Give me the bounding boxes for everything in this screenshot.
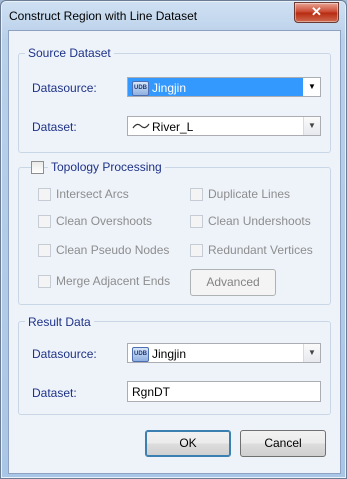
close-button[interactable]: ✕ [294,2,339,23]
ok-button[interactable]: OK [145,430,231,457]
clean-pseudo-nodes-checkbox[interactable] [38,244,51,257]
clean-undershoots-label: Clean Undershoots [208,214,311,228]
window-title: Construct Region with Line Dataset [9,9,198,23]
clean-overshoots-checkbox[interactable] [38,215,51,228]
source-datasource-combo[interactable]: UDB Jingjin ▼ [127,77,321,97]
udb-icon: UDB [132,81,149,96]
duplicate-lines-checkbox[interactable] [190,188,203,201]
advanced-button[interactable]: Advanced [190,269,276,296]
source-datasource-value: Jingjin [152,81,187,95]
close-icon: ✕ [311,4,322,19]
cancel-button[interactable]: Cancel [240,430,326,457]
result-dataset-label: Dataset: [32,386,77,400]
merge-adjacent-ends-checkbox[interactable] [38,275,51,288]
topology-processing-title: Topology Processing [48,160,165,174]
topology-processing-checkbox[interactable] [31,161,44,174]
source-dataset-value: River_L [152,120,194,134]
dialog-body: Source Dataset Datasource: UDB Jingjin ▼… [8,30,341,474]
result-data-title: Result Data [25,315,94,329]
source-datasource-label: Datasource: [32,81,97,95]
source-dataset-group [18,53,331,153]
line-dataset-icon [132,123,150,129]
intersect-arcs-label: Intersect Arcs [56,187,129,201]
result-datasource-label: Datasource: [32,347,97,361]
udb-icon: UDB [132,347,149,362]
source-dataset-combo[interactable]: River_L ▼ [127,116,321,136]
duplicate-lines-label: Duplicate Lines [208,187,291,201]
chevron-down-icon[interactable]: ▼ [304,78,320,96]
dialog-window: Construct Region with Line Dataset ✕ Sou… [0,0,347,479]
clean-overshoots-label: Clean Overshoots [56,214,153,228]
clean-pseudo-nodes-label: Clean Pseudo Nodes [56,243,170,257]
intersect-arcs-checkbox[interactable] [38,188,51,201]
result-datasource-value: Jingjin [152,347,187,361]
merge-adjacent-ends-label: Merge Adjacent Ends [56,274,171,288]
redundant-vertices-checkbox[interactable] [190,244,203,257]
chevron-down-icon[interactable]: ▼ [303,117,320,135]
redundant-vertices-label: Redundant Vertices [208,243,313,257]
source-dataset-label: Dataset: [32,120,77,134]
chevron-down-icon[interactable]: ▼ [303,344,320,362]
title-bar[interactable]: Construct Region with Line Dataset ✕ [1,1,346,31]
source-dataset-title: Source Dataset [25,46,114,60]
result-datasource-combo[interactable]: UDB Jingjin ▼ [127,343,321,363]
result-dataset-input[interactable] [127,381,321,402]
clean-undershoots-checkbox[interactable] [190,215,203,228]
